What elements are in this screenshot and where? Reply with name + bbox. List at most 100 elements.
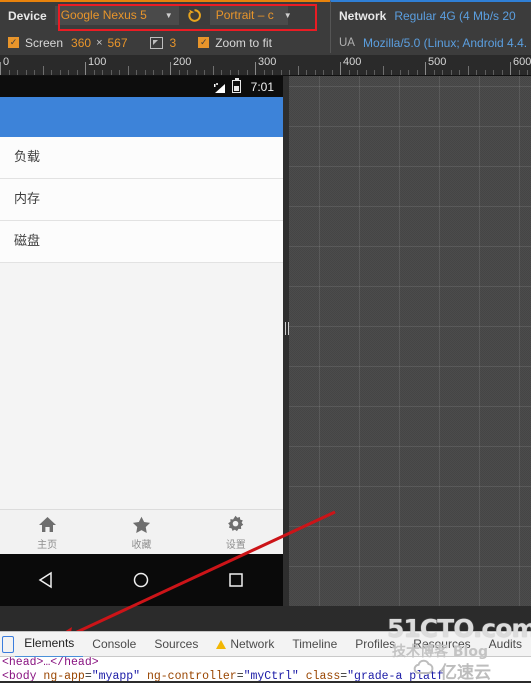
- ruler-tick: [315, 70, 316, 75]
- ruler-tick: [221, 70, 222, 75]
- ruler-tick: [213, 66, 214, 75]
- ruler-tick: [425, 62, 426, 75]
- ruler-tick: [128, 66, 129, 75]
- resize-handle[interactable]: [284, 318, 289, 338]
- android-status-bar: 7:01: [0, 76, 283, 97]
- user-agent-label: UA: [339, 36, 355, 49]
- ruler-tick: [272, 70, 273, 75]
- device-emulation-toolbar: Device Google Nexus 5 ▼ Portrait – c ▼ ✓…: [0, 0, 531, 55]
- ruler-tick: [306, 70, 307, 75]
- list-item[interactable]: 负载: [0, 137, 283, 179]
- home-circle-icon[interactable]: [130, 569, 152, 591]
- ruler-tick: [204, 70, 205, 75]
- device-toolbar-toggle-icon[interactable]: [0, 631, 15, 657]
- list-item[interactable]: 磁盘: [0, 221, 283, 263]
- ruler-tick: [179, 70, 180, 75]
- chevron-down-icon: ▼: [283, 11, 292, 20]
- ruler-tick: [26, 70, 27, 75]
- user-agent-row: UA Mozilla/5.0 (Linux; Android 4.4.: [331, 29, 531, 56]
- tab-profiles[interactable]: Profiles: [346, 631, 404, 657]
- ruler-tick: [187, 70, 188, 75]
- ruler-tick: [145, 70, 146, 75]
- ruler-label: 600: [513, 56, 531, 68]
- elements-dom-tree[interactable]: <head>…</head> <body ng-app="myapp" ng-c…: [0, 657, 531, 681]
- screen-label: Screen: [25, 35, 64, 50]
- tab-settings[interactable]: 设置: [189, 514, 283, 551]
- device-right-edge: [283, 76, 289, 606]
- ruler-tick: [468, 66, 469, 75]
- tab-audits[interactable]: Audits: [480, 631, 531, 657]
- list-item[interactable]: 内存: [0, 179, 283, 221]
- rotate-icon[interactable]: [187, 8, 202, 23]
- dom-val-class: "grade-a platf: [347, 670, 444, 682]
- screen-dimension-separator: ×: [96, 36, 103, 49]
- zoom-to-fit-checkbox[interactable]: ✓: [198, 37, 210, 48]
- tab-timeline[interactable]: Timeline: [283, 631, 346, 657]
- ruler-tick: [357, 70, 358, 75]
- tab-favorites[interactable]: 收藏: [94, 514, 188, 551]
- ruler-tick: [289, 70, 290, 75]
- tab-resources[interactable]: Resources: [404, 631, 479, 657]
- ruler-tick: [400, 70, 401, 75]
- ruler-label: 100: [88, 56, 107, 68]
- ruler-label: 500: [428, 56, 447, 68]
- network-settings-group: Network Regular 4G (4 Mb/s 20 UA Mozilla…: [330, 0, 531, 53]
- network-throttling-select[interactable]: Regular 4G (4 Mb/s 20: [394, 9, 515, 23]
- ruler-label: 0: [3, 56, 10, 68]
- user-agent-value[interactable]: Mozilla/5.0 (Linux; Android 4.4.: [363, 36, 527, 50]
- dom-val-ngcontroller: "myCtrl": [243, 670, 299, 682]
- tab-sources-label: Sources: [154, 637, 199, 651]
- dom-attr-class: class: [305, 670, 341, 682]
- device-pixel-ratio-input[interactable]: 3: [170, 36, 177, 50]
- screen-checkbox[interactable]: ✓: [8, 37, 19, 48]
- ruler-tick: [281, 70, 282, 75]
- device-settings-group: Device Google Nexus 5 ▼ Portrait – c ▼ ✓…: [0, 2, 330, 55]
- tab-console[interactable]: Console: [83, 631, 145, 657]
- tab-console-label: Console: [92, 637, 137, 651]
- dom-line-head[interactable]: <head>…</head>: [0, 657, 531, 669]
- device-select[interactable]: Google Nexus 5 ▼: [54, 6, 179, 25]
- ruler-tick: [417, 70, 418, 75]
- screen-width-input[interactable]: 360: [71, 36, 91, 50]
- emulated-device-screen[interactable]: 7:01 负载 内存 磁盘 主页 收藏 设置: [0, 76, 283, 606]
- ruler-tick: [9, 70, 10, 75]
- ruler-tick: [366, 70, 367, 75]
- ruler-tick: [238, 70, 239, 75]
- back-triangle-icon[interactable]: [36, 569, 58, 591]
- ruler-tick: [485, 70, 486, 75]
- star-icon: [94, 514, 188, 535]
- ruler-tick: [442, 70, 443, 75]
- ruler-tick: [510, 62, 511, 75]
- network-row: Network Regular 4G (4 Mb/s 20: [331, 2, 531, 29]
- screen-height-input[interactable]: 567: [108, 36, 128, 50]
- ruler-tick: [408, 70, 409, 75]
- ruler-tick: [332, 70, 333, 75]
- ruler-tick: [349, 70, 350, 75]
- tab-settings-label: 设置: [225, 539, 246, 551]
- dom-val-ngapp: "myapp": [91, 670, 141, 682]
- ruler-label: 300: [258, 56, 277, 68]
- orientation-select[interactable]: Portrait – c ▼: [209, 6, 292, 25]
- emulation-stage: 7:01 负载 内存 磁盘 主页 收藏 设置: [0, 76, 531, 606]
- emulated-device-frame: 7:01 负载 内存 磁盘 主页 收藏 设置: [0, 76, 289, 606]
- dom-line-body[interactable]: <body ng-app="myapp" ng-controller="myCt…: [0, 670, 531, 682]
- app-tab-bar: 主页 收藏 设置: [0, 509, 283, 554]
- app-header-bar: [0, 97, 283, 137]
- recents-square-icon[interactable]: [225, 569, 247, 591]
- tab-network[interactable]: Network: [207, 631, 283, 657]
- ruler-tick: [527, 70, 528, 75]
- ruler-tick: [247, 70, 248, 75]
- horizontal-ruler[interactable]: 0 100 200 300 400 500 600: [0, 55, 531, 76]
- ruler-tick: [43, 66, 44, 75]
- tab-home-label: 主页: [37, 539, 58, 551]
- ruler-tick: [94, 70, 95, 75]
- tab-elements[interactable]: Elements: [15, 630, 84, 658]
- ruler-tick: [340, 62, 341, 75]
- tab-home[interactable]: 主页: [0, 514, 94, 551]
- ruler-tick: [391, 70, 392, 75]
- zoom-to-fit-label[interactable]: Zoom to fit: [215, 36, 272, 50]
- gear-icon: [189, 514, 283, 535]
- tab-sources[interactable]: Sources: [145, 631, 207, 657]
- ruler-tick: [34, 70, 35, 75]
- app-list: 负载 内存 磁盘: [0, 137, 283, 263]
